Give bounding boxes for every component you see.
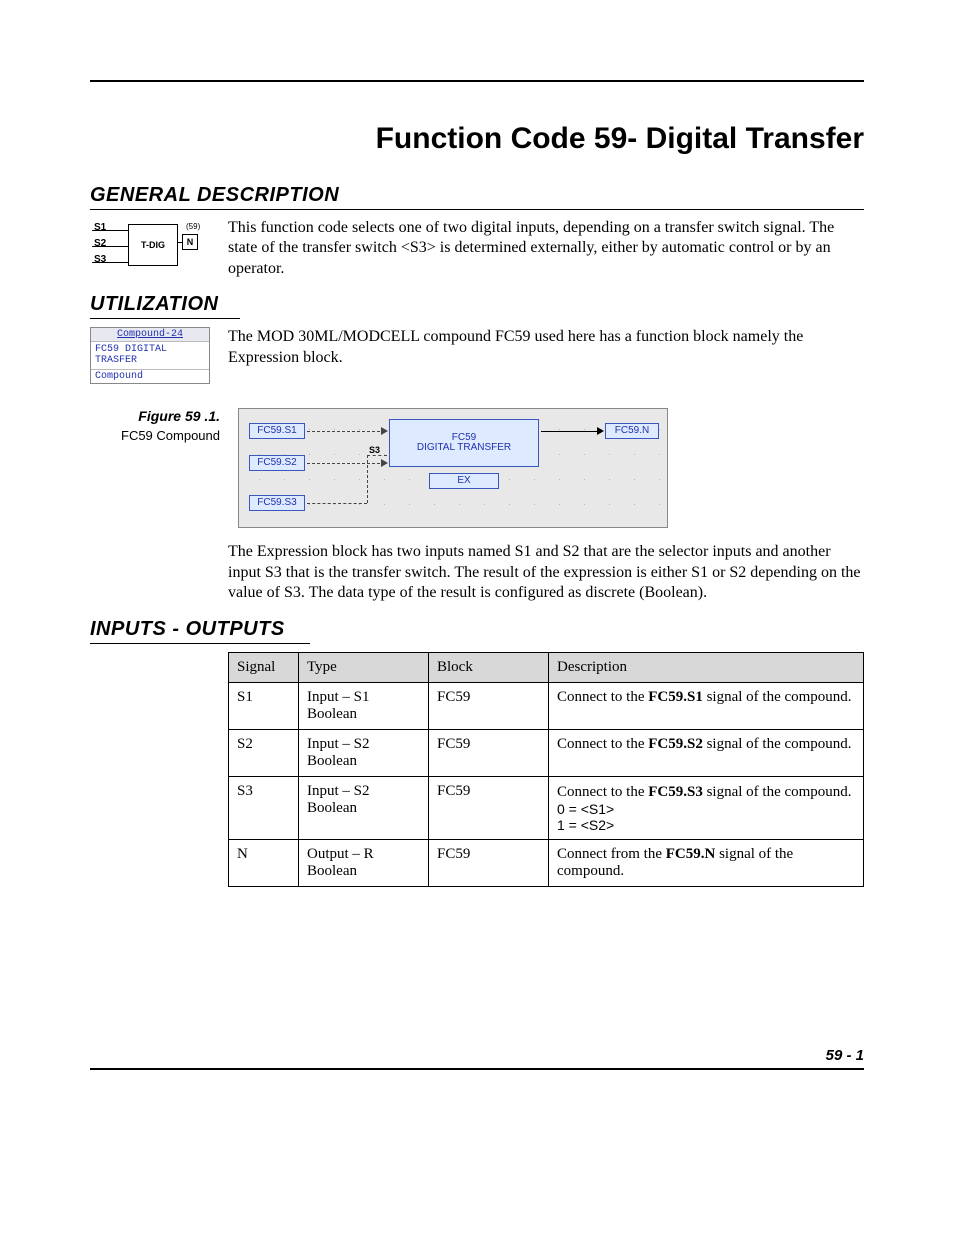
- cell-signal: S2: [229, 729, 299, 776]
- tdig-box: T-DIG: [128, 224, 178, 266]
- tdig-s3-label: S3: [94, 254, 106, 265]
- table-row: N Output – R Boolean FC59 Connect from t…: [229, 839, 864, 886]
- diagram-main: FC59 DIGITAL TRANSFER: [389, 419, 539, 467]
- section-utilization-heading: UTILIZATION: [90, 293, 240, 319]
- diagram-ex: EX: [429, 473, 499, 489]
- tdig-code: (59): [186, 222, 200, 231]
- compound-icon-line1: FC59 DIGITAL: [95, 344, 205, 355]
- table-row: S1 Input – S1 Boolean FC59 Connect to th…: [229, 682, 864, 729]
- general-text: This function code selects one of two di…: [228, 218, 864, 279]
- compound-icon-body: FC59 DIGITAL TRASFER: [91, 342, 209, 370]
- cell-desc: Connect to the FC59.S3 signal of the com…: [549, 776, 864, 839]
- compound-icon: Compound-24 FC59 DIGITAL TRASFER Compoun…: [90, 327, 210, 384]
- th-desc: Description: [549, 652, 864, 682]
- expression-text: The Expression block has two inputs name…: [228, 542, 864, 603]
- diagram-s3: FC59.S3: [249, 495, 305, 511]
- table-row: S3 Input – S2 Boolean FC59 Connect to th…: [229, 776, 864, 839]
- cell-desc: Connect from the FC59.N signal of the co…: [549, 839, 864, 886]
- diagram-out: FC59.N: [605, 423, 659, 439]
- cell-type: Output – R Boolean: [299, 839, 429, 886]
- page-footer: 59 - 1: [90, 1047, 864, 1070]
- diagram-s3-label: S3: [369, 445, 380, 455]
- figure-caption-col: Figure 59 .1. FC59 Compound: [90, 408, 220, 443]
- cell-block: FC59: [429, 729, 549, 776]
- figure-row: Figure 59 .1. FC59 Compound FC59.S1 FC59…: [90, 408, 864, 528]
- diagram-main-bottom: DIGITAL TRANSFER: [417, 443, 511, 454]
- page-container: Function Code 59- Digital Transfer GENER…: [0, 0, 954, 1110]
- top-rule: [90, 80, 864, 82]
- th-type: Type: [299, 652, 429, 682]
- page-title: Function Code 59- Digital Transfer: [90, 122, 864, 156]
- compound-icon-header: Compound-24: [91, 328, 209, 342]
- table-header-row: Signal Type Block Description: [229, 652, 864, 682]
- section-general-heading: GENERAL DESCRIPTION: [90, 184, 864, 210]
- cell-signal: N: [229, 839, 299, 886]
- fc59-diagram: FC59.S1 FC59.S2 FC59.S3 FC59 DIGITAL TRA…: [238, 408, 668, 528]
- figure-number: Figure 59 .1.: [90, 408, 220, 424]
- tdig-s2-label: S2: [94, 238, 106, 249]
- tdig-icon: S1 S2 S3 T-DIG (59) N: [90, 218, 210, 278]
- io-table-wrap: Signal Type Block Description S1 Input –…: [228, 652, 864, 887]
- cell-signal: S1: [229, 682, 299, 729]
- th-block: Block: [429, 652, 549, 682]
- section-io-heading: INPUTS - OUTPUTS: [90, 618, 310, 644]
- io-table: Signal Type Block Description S1 Input –…: [228, 652, 864, 887]
- cell-block: FC59: [429, 776, 549, 839]
- utilization-text: The MOD 30ML/MODCELL compound FC59 used …: [228, 327, 864, 368]
- compound-icon-foot: Compound: [91, 370, 209, 383]
- cell-desc: Connect to the FC59.S2 signal of the com…: [549, 729, 864, 776]
- cell-desc: Connect to the FC59.S1 signal of the com…: [549, 682, 864, 729]
- th-signal: Signal: [229, 652, 299, 682]
- utilization-row: Compound-24 FC59 DIGITAL TRASFER Compoun…: [90, 327, 864, 384]
- cell-block: FC59: [429, 682, 549, 729]
- general-row: S1 S2 S3 T-DIG (59) N This function code…: [90, 218, 864, 279]
- figure-caption: FC59 Compound: [90, 428, 220, 443]
- tdig-s1-label: S1: [94, 222, 106, 233]
- diagram-s2: FC59.S2: [249, 455, 305, 471]
- cell-signal: S3: [229, 776, 299, 839]
- table-row: S2 Input – S2 Boolean FC59 Connect to th…: [229, 729, 864, 776]
- cell-type: Input – S2 Boolean: [299, 729, 429, 776]
- page-number: 59 - 1: [826, 1047, 864, 1064]
- cell-block: FC59: [429, 839, 549, 886]
- tdig-out: N: [182, 234, 198, 250]
- diagram-s1: FC59.S1: [249, 423, 305, 439]
- compound-icon-line2: TRASFER: [95, 355, 205, 366]
- cell-type: Input – S1 Boolean: [299, 682, 429, 729]
- cell-type: Input – S2 Boolean: [299, 776, 429, 839]
